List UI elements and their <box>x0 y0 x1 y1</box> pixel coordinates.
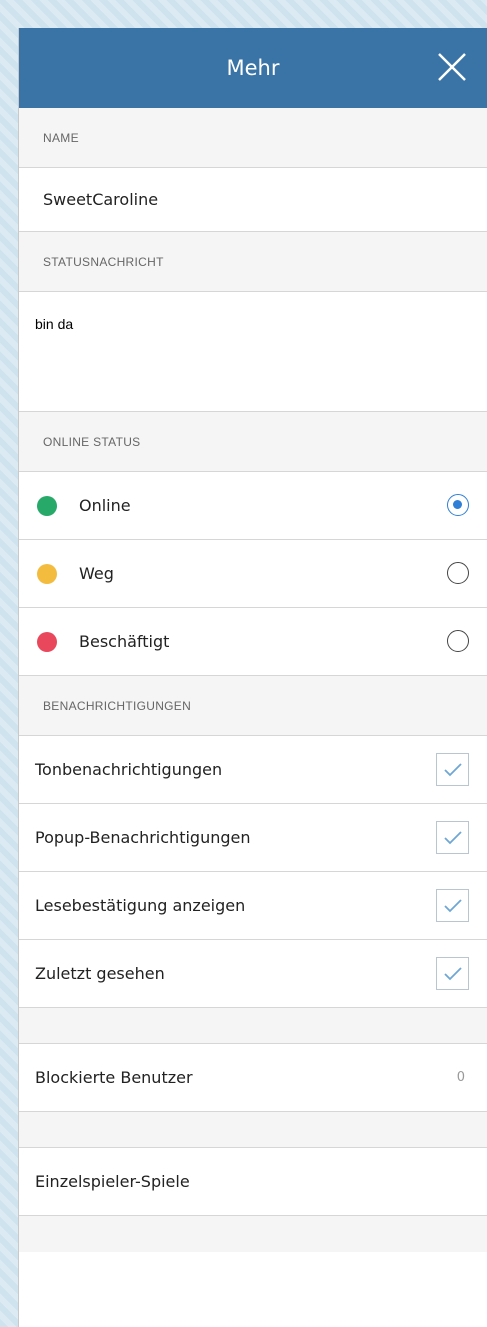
setting-label: Lesebestätigung anzeigen <box>35 896 246 915</box>
notifications-section-header: BENACHRICHTIGUNGEN <box>19 676 487 736</box>
radio-selected-icon[interactable] <box>447 494 469 516</box>
sound-notifications-toggle[interactable]: Tonbenachrichtigungen <box>19 736 487 804</box>
popup-notifications-toggle[interactable]: Popup-Benachrichtigungen <box>19 804 487 872</box>
name-field[interactable]: SweetCaroline <box>19 168 487 232</box>
close-icon[interactable] <box>435 50 469 84</box>
footer-spacer <box>19 1216 487 1252</box>
section-spacer <box>19 1112 487 1148</box>
status-message-field[interactable]: bin da <box>19 292 487 412</box>
setting-label: Zuletzt gesehen <box>35 964 165 983</box>
online-dot-icon <box>37 495 57 516</box>
online-status-section-header: ONLINE STATUS <box>19 412 487 472</box>
setting-label: Tonbenachrichtigungen <box>35 760 223 779</box>
name-section-header: NAME <box>19 108 487 168</box>
panel-header: Mehr <box>19 28 487 108</box>
radio-unselected-icon[interactable] <box>447 630 469 652</box>
blocked-users-item[interactable]: Blockierte Benutzer 0 <box>19 1044 487 1112</box>
checkbox-checked-icon[interactable] <box>436 753 469 786</box>
checkbox-checked-icon[interactable] <box>436 889 469 922</box>
blocked-users-label: Blockierte Benutzer <box>35 1068 193 1087</box>
away-dot-icon <box>37 563 57 584</box>
status-option-online[interactable]: Online <box>19 472 487 540</box>
status-option-away[interactable]: Weg <box>19 540 487 608</box>
single-player-games-label: Einzelspieler-Spiele <box>35 1172 190 1191</box>
status-option-busy[interactable]: Beschäftigt <box>19 608 487 676</box>
blocked-users-count: 0 <box>456 1070 465 1085</box>
status-option-label: Online <box>79 496 131 515</box>
read-receipts-toggle[interactable]: Lesebestätigung anzeigen <box>19 872 487 940</box>
status-message-section-header: STATUSNACHRICHT <box>19 232 487 292</box>
single-player-games-item[interactable]: Einzelspieler-Spiele <box>19 1148 487 1216</box>
section-spacer <box>19 1008 487 1044</box>
radio-unselected-icon[interactable] <box>447 562 469 584</box>
status-option-label: Weg <box>79 564 114 583</box>
checkbox-checked-icon[interactable] <box>436 957 469 990</box>
checkbox-checked-icon[interactable] <box>436 821 469 854</box>
setting-label: Popup-Benachrichtigungen <box>35 828 251 847</box>
status-option-label: Beschäftigt <box>79 632 170 651</box>
panel-title: Mehr <box>226 56 280 80</box>
last-seen-toggle[interactable]: Zuletzt gesehen <box>19 940 487 1008</box>
busy-dot-icon <box>37 631 57 652</box>
more-panel: Mehr NAME SweetCaroline STATUSNACHRICHT … <box>18 28 487 1327</box>
